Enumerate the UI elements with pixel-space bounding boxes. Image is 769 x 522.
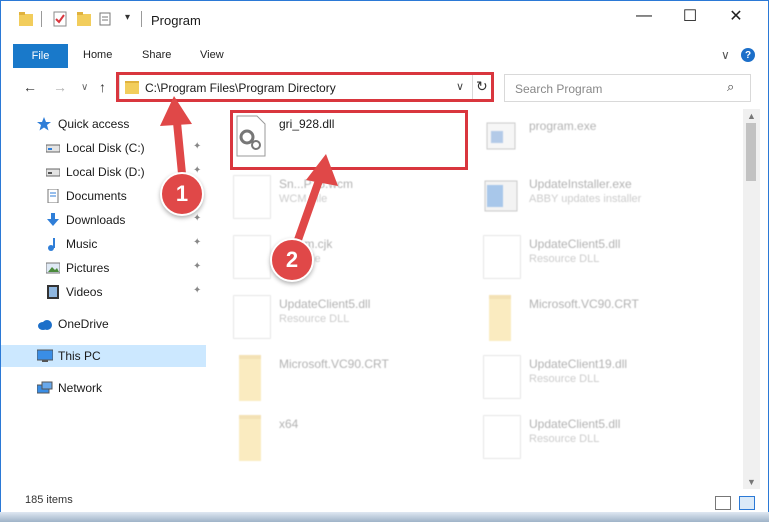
desktop-edge [0,512,769,522]
arrow-1-head [160,96,192,126]
callout-2: 2 [270,238,314,282]
callout-1: 1 [160,172,204,216]
arrow-2-head [306,154,338,186]
annotation-arrows [160,96,338,258]
